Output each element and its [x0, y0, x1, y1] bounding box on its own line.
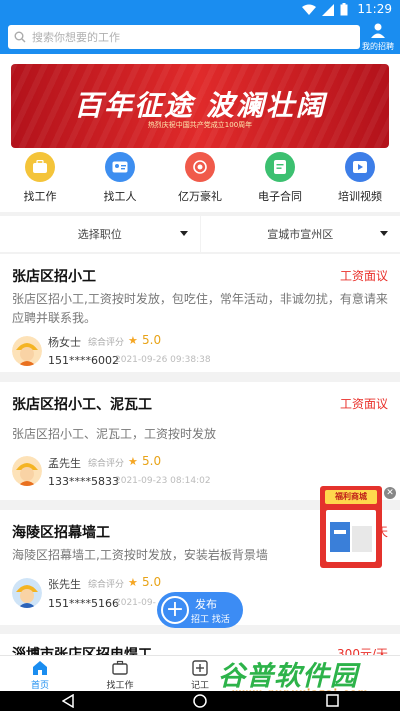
caret-down-icon	[179, 231, 188, 236]
quick-actions: 找工作 找工人 亿万豪礼 电子合同 培训视频	[0, 152, 400, 212]
ad-banner[interactable]: 福利商城	[320, 486, 382, 568]
publish-label: 发布	[195, 598, 217, 611]
job-salary: 工资面议	[339, 397, 388, 411]
rating-score: 5.0	[142, 575, 162, 589]
tab-label: 首页	[30, 681, 49, 691]
quick-label: 亿万豪礼	[178, 190, 222, 203]
briefcase-icon	[25, 152, 55, 182]
quick-label: 培训视频	[338, 190, 382, 203]
job-title: 海陵区招幕墙工	[12, 525, 110, 541]
job-description: 张店区招小工、泥瓦工，工资按时发放	[12, 427, 217, 441]
user-icon	[371, 23, 385, 38]
battery-icon	[340, 3, 348, 16]
avatar	[12, 336, 42, 366]
post-time: 2021-09-	[115, 598, 156, 608]
poster-name: 杨女士	[48, 336, 81, 349]
rating-label: 综合评分	[88, 459, 125, 469]
tab-home[interactable]: 首页	[0, 656, 80, 691]
avatar	[12, 456, 42, 486]
plus-square-icon	[192, 660, 208, 676]
id-card-icon	[105, 152, 135, 182]
wifi-icon	[302, 4, 316, 15]
ad-product-image	[326, 510, 376, 562]
region-filter[interactable]: 宣城市宣州区	[200, 216, 400, 252]
job-title: 张店区招小工、泥瓦工	[12, 397, 152, 413]
filter-bar: 选择职位 宣城市宣州区	[0, 216, 400, 252]
close-icon[interactable]: ✕	[384, 487, 396, 499]
back-icon[interactable]	[62, 694, 74, 708]
star-icon: ★	[128, 334, 138, 347]
star-icon: ★	[128, 576, 138, 589]
post-time: 2021-09-26 09:38:38	[115, 355, 211, 365]
search-input[interactable]	[32, 30, 332, 44]
region-filter-label: 宣城市宣州区	[267, 228, 334, 241]
banner-subtitle: 热烈庆祝中国共产党成立100周年	[147, 121, 253, 129]
rating-score: 5.0	[142, 333, 162, 347]
gift-icon	[185, 152, 215, 182]
job-card[interactable]: 张店区招小工 工资面议 张店区招小工,工资按时发放，包吃住，常年活动，非诚勿扰，…	[0, 254, 400, 372]
video-icon	[345, 152, 375, 182]
quick-contract[interactable]: 电子合同	[240, 152, 320, 212]
banner[interactable]: 百年征途 波澜壮阔 热烈庆祝中国共产党成立100周年	[11, 64, 389, 148]
job-card[interactable]: 淄博市张店区招电焊工 300元/天	[0, 634, 400, 655]
top-header: 我的招聘	[0, 20, 400, 54]
recents-icon[interactable]	[326, 694, 339, 707]
home-icon	[33, 661, 47, 675]
job-title: 淄博市张店区招电焊工	[12, 647, 152, 655]
briefcase-icon	[112, 660, 128, 675]
phone-number: 133****5833	[48, 475, 119, 488]
star-icon: ★	[128, 455, 138, 468]
job-salary: 工资面议	[339, 269, 388, 283]
quick-label: 电子合同	[258, 190, 302, 203]
search-icon	[14, 31, 26, 43]
phone-number: 151****6002	[48, 354, 119, 367]
tab-find-job[interactable]: 找工作	[80, 656, 160, 691]
tab-label: 记工	[190, 681, 209, 691]
phone-number: 151****5166	[48, 597, 119, 610]
poster-name: 孟先生	[48, 457, 81, 470]
banner-title: 百年征途 波澜壮阔	[74, 89, 326, 122]
quick-gift[interactable]: 亿万豪礼	[160, 152, 240, 212]
publish-button[interactable]: + 发布 招工 找活	[157, 592, 243, 628]
publish-sublabel: 招工 找活	[191, 615, 230, 625]
job-card[interactable]: 张店区招小工、泥瓦工 工资面议 张店区招小工、泥瓦工，工资按时发放 孟先生 综合…	[0, 382, 400, 500]
signal-icon	[322, 3, 334, 16]
rating-score: 5.0	[142, 454, 162, 468]
home-circle-icon[interactable]	[193, 694, 207, 708]
post-time: 2021-09-23 08:14:02	[115, 476, 211, 486]
rating-label: 综合评分	[88, 338, 125, 348]
system-nav-bar	[0, 691, 400, 711]
position-filter-label: 选择职位	[77, 228, 122, 241]
quick-label: 找工作	[23, 190, 57, 203]
watermark: 谷普软件园 www.gupuxiazai.com	[218, 654, 396, 699]
job-title: 张店区招小工	[12, 269, 96, 285]
poster-name: 张先生	[48, 578, 81, 591]
plus-icon: +	[161, 596, 189, 624]
my-recruit-button[interactable]: 我的招聘	[362, 22, 394, 52]
search-bar[interactable]	[8, 25, 360, 49]
quick-find-worker[interactable]: 找工人	[80, 152, 160, 212]
avatar	[12, 578, 42, 608]
job-description: 张店区招小工,工资按时发放，包吃住，常年活动，非诚勿扰，有意请来应聘并联系我。	[12, 292, 388, 325]
ad-title: 福利商城	[325, 490, 377, 504]
banner-area: 百年征途 波澜壮阔 热烈庆祝中国共产党成立100周年	[0, 54, 400, 152]
status-bar: 11:29	[0, 0, 400, 20]
rating-label: 综合评分	[88, 580, 125, 590]
caret-down-icon	[380, 231, 388, 236]
my-recruit-label: 我的招聘	[362, 42, 394, 51]
contract-icon	[265, 152, 295, 182]
status-time: 11:29	[357, 2, 392, 16]
tab-label: 找工作	[106, 681, 134, 691]
quick-label: 找工人	[103, 190, 137, 203]
quick-video[interactable]: 培训视频	[320, 152, 400, 212]
position-filter[interactable]: 选择职位	[0, 216, 200, 252]
quick-find-job[interactable]: 找工作	[0, 152, 80, 212]
